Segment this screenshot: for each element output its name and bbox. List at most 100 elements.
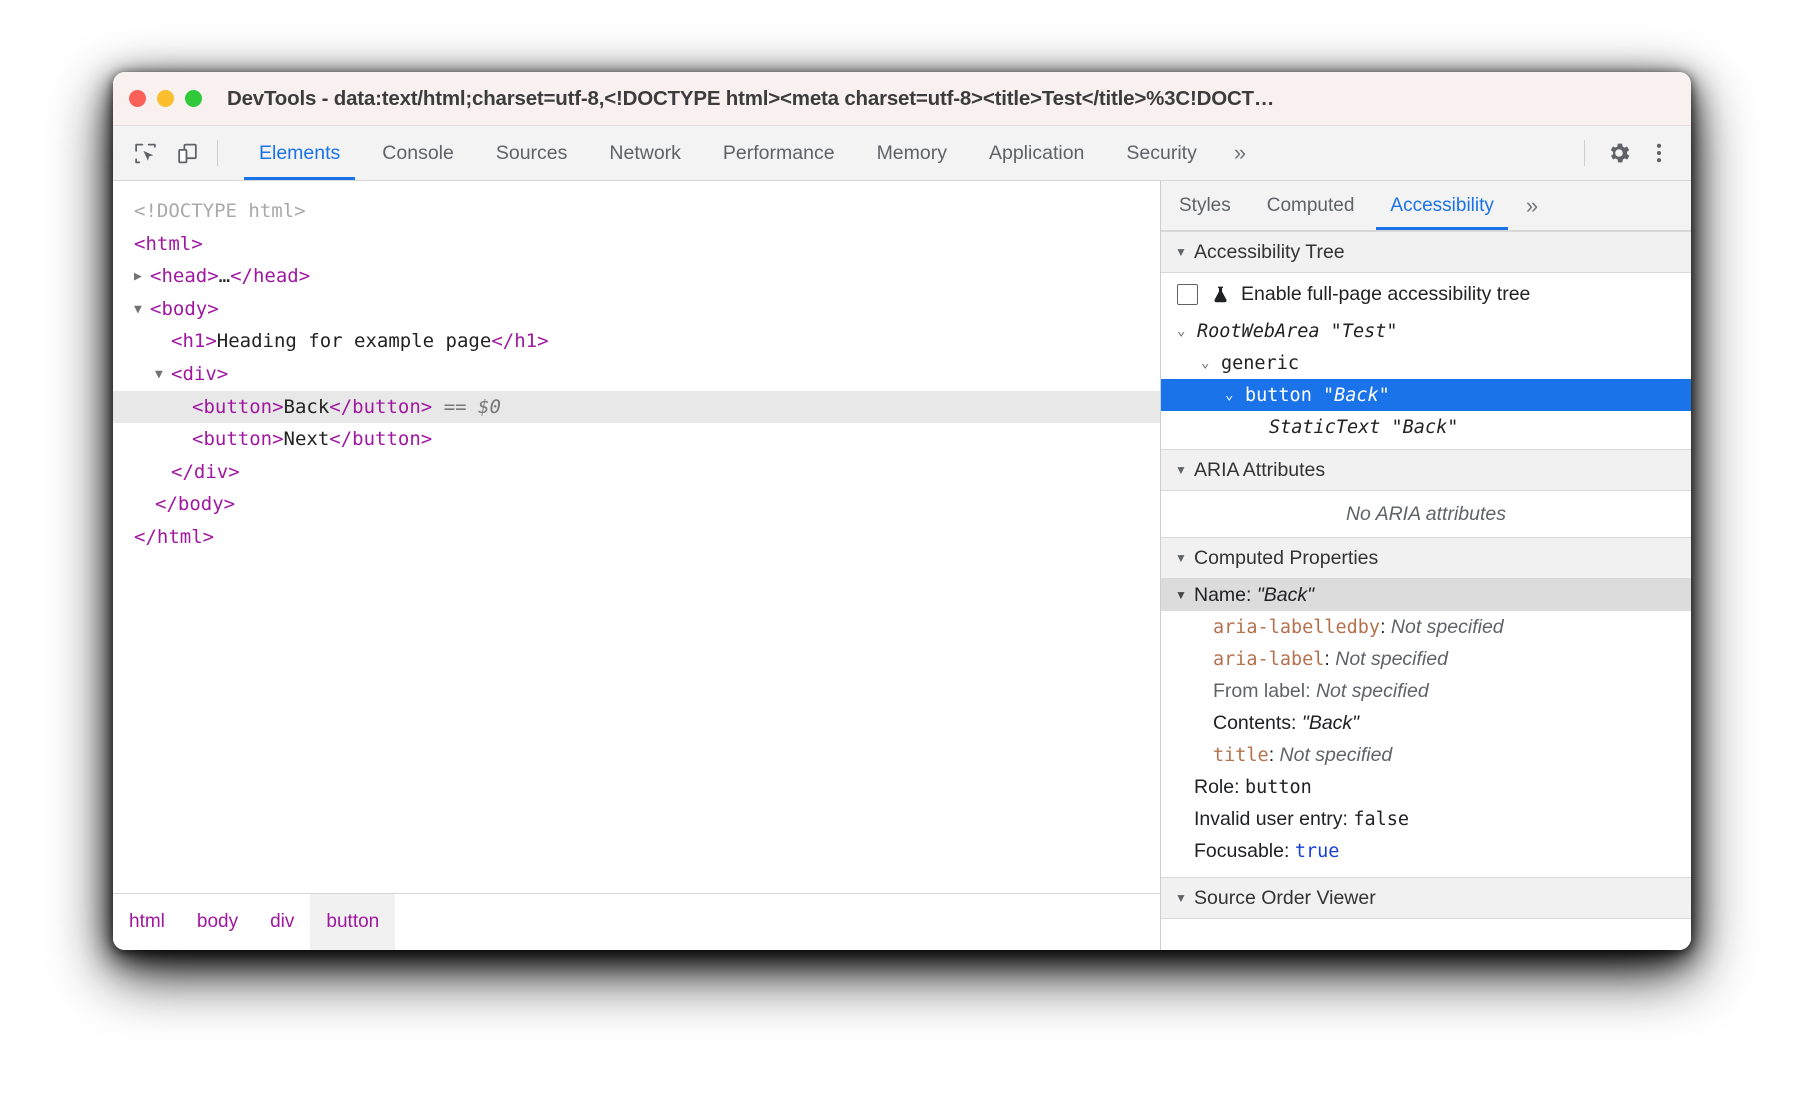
expand-head-icon[interactable]: ▶ [134, 270, 150, 283]
tab-styles[interactable]: Styles [1161, 181, 1249, 230]
dom-line-body-open[interactable]: ▼<body> [113, 293, 1160, 326]
computed-property-role-label: Role: [1194, 776, 1240, 799]
ax-node-button-role: button [1245, 385, 1312, 406]
dom-line-doctype[interactable]: <!DOCTYPE html> [113, 195, 1160, 228]
tab-sources-label: Sources [496, 142, 568, 165]
name-source-title-value: Not specified [1280, 744, 1393, 767]
dom-line-h1[interactable]: <h1>Heading for example page</h1> [113, 325, 1160, 358]
chevron-down-icon[interactable]: ▼ [1175, 588, 1194, 602]
name-source-aria-label: aria-label: Not specified [1161, 643, 1691, 675]
computed-property-role-value: button [1245, 777, 1312, 798]
elements-panel: <!DOCTYPE html> <html> ▶<head>…</head> ▼… [113, 181, 1161, 950]
dom-line-html-open[interactable]: <html> [113, 228, 1160, 261]
toolbar-divider [217, 140, 218, 166]
ax-node-statictext[interactable]: StaticText "Back" [1161, 411, 1691, 443]
minimize-window-button[interactable] [157, 90, 174, 107]
breadcrumb-item-body[interactable]: body [181, 894, 254, 950]
name-source-contents-key: Contents: [1213, 712, 1296, 735]
tab-sources[interactable]: Sources [475, 126, 589, 180]
dom-line-head[interactable]: ▶<head>…</head> [113, 260, 1160, 293]
collapse-div-icon[interactable]: ▼ [155, 368, 171, 381]
gear-icon[interactable] [1601, 135, 1637, 171]
section-header-source-order-viewer-label: Source Order Viewer [1194, 887, 1376, 910]
tab-memory[interactable]: Memory [856, 126, 968, 180]
ax-node-statictext-name: "Back" [1392, 417, 1459, 438]
device-toolbar-icon[interactable] [169, 135, 205, 171]
chevron-down-icon: ▼ [1175, 551, 1194, 565]
tab-network[interactable]: Network [588, 126, 702, 180]
enable-full-page-ax-tree-row[interactable]: Enable full-page accessibility tree [1161, 273, 1691, 315]
tab-application[interactable]: Application [968, 126, 1105, 180]
devtools-body: <!DOCTYPE html> <html> ▶<head>…</head> ▼… [113, 181, 1691, 950]
dom-line-button-next[interactable]: <button>Next</button> [113, 423, 1160, 456]
head-open-tag: <head> [150, 260, 219, 293]
breadcrumb-item-div-label: div [270, 911, 294, 933]
devtools-main-toolbar: Elements Console Sources Network Perform… [113, 126, 1691, 181]
dom-line-html-close[interactable]: </html> [113, 521, 1160, 554]
tab-performance-label: Performance [723, 142, 835, 165]
collapse-body-icon[interactable]: ▼ [134, 303, 150, 316]
chevron-down-icon[interactable]: ⌄ [1177, 323, 1197, 339]
name-source-aria-label-key: aria-label [1213, 649, 1324, 670]
chevron-down-icon: ▼ [1175, 891, 1194, 905]
tab-performance[interactable]: Performance [702, 126, 856, 180]
chevron-down-icon[interactable]: ⌄ [1201, 355, 1221, 371]
inspect-element-icon[interactable] [127, 135, 163, 171]
section-header-aria-attributes-label: ARIA Attributes [1194, 459, 1325, 482]
enable-full-page-ax-tree-label: Enable full-page accessibility tree [1241, 283, 1530, 306]
section-header-accessibility-tree[interactable]: ▼Accessibility Tree [1161, 231, 1691, 273]
head-close-tag: </head> [230, 260, 310, 293]
toolbar-divider-right [1584, 140, 1585, 166]
dom-line-div-close[interactable]: </div> [113, 456, 1160, 489]
enable-full-page-ax-tree-checkbox[interactable] [1177, 284, 1198, 305]
breadcrumb-item-button-label: button [326, 911, 379, 933]
computed-property-focusable-value: true [1295, 841, 1340, 862]
dom-tree[interactable]: <!DOCTYPE html> <html> ▶<head>…</head> ▼… [113, 181, 1160, 893]
dom-line-button-back[interactable]: ••• <button>Back</button> == $0 [113, 391, 1160, 424]
dom-line-div-open[interactable]: ▼<div> [113, 358, 1160, 391]
tab-accessibility[interactable]: Accessibility [1372, 181, 1511, 230]
section-header-aria-attributes[interactable]: ▼ARIA Attributes [1161, 449, 1691, 491]
more-sidebar-tabs-icon[interactable]: » [1512, 181, 1552, 230]
button-back-text: Back [284, 391, 330, 424]
tab-console[interactable]: Console [361, 126, 475, 180]
name-source-aria-labelledby-value: Not specified [1391, 616, 1504, 639]
section-header-source-order-viewer[interactable]: ▼Source Order Viewer [1161, 877, 1691, 919]
sidebar-tab-list: Styles Computed Accessibility » [1161, 181, 1691, 231]
breadcrumb-item-html[interactable]: html [113, 894, 181, 950]
breadcrumb: html body div button [113, 893, 1160, 950]
ax-node-statictext-role: StaticText [1269, 417, 1380, 438]
name-source-aria-labelledby: aria-labelledby: Not specified [1161, 611, 1691, 643]
computed-name-header[interactable]: ▼Name: "Back" [1161, 579, 1691, 611]
breadcrumb-item-body-label: body [197, 911, 238, 933]
more-tabs-icon[interactable]: » [1218, 126, 1262, 180]
computed-property-focusable: Focusable: true [1161, 835, 1691, 867]
window-titlebar: DevTools - data:text/html;charset=utf-8,… [113, 72, 1691, 126]
accessibility-pane: ▼Accessibility Tree Enable full-page acc… [1161, 231, 1691, 950]
chevron-down-icon[interactable]: ⌄ [1225, 387, 1245, 403]
dom-line-body-close[interactable]: </body> [113, 488, 1160, 521]
toolbar-icon-group [113, 126, 238, 180]
selected-node-marker: == $0 [444, 391, 501, 424]
close-window-button[interactable] [129, 90, 146, 107]
breadcrumb-item-button[interactable]: button [310, 894, 395, 950]
maximize-window-button[interactable] [185, 90, 202, 107]
tab-elements[interactable]: Elements [238, 126, 361, 180]
computed-name-value: "Back" [1257, 584, 1314, 607]
button-next-close-tag: </button> [329, 423, 432, 456]
ax-node-button-back[interactable]: ⌄button "Back" [1161, 379, 1691, 411]
html-close-tag: </html> [134, 521, 214, 554]
ax-node-rootwebarea-name: "Test" [1331, 321, 1398, 342]
ax-node-rootwebarea[interactable]: ⌄RootWebArea "Test" [1161, 315, 1691, 347]
tab-computed[interactable]: Computed [1249, 181, 1373, 230]
h1-open-tag: <h1> [171, 325, 217, 358]
button-close-tag: </button> [329, 391, 432, 424]
tab-memory-label: Memory [877, 142, 947, 165]
body-close-tag: </body> [155, 488, 235, 521]
tab-security[interactable]: Security [1105, 126, 1217, 180]
ax-node-generic[interactable]: ⌄generic [1161, 347, 1691, 379]
breadcrumb-item-div[interactable]: div [254, 894, 310, 950]
name-source-title-key: title [1213, 745, 1269, 766]
kebab-menu-icon[interactable] [1641, 135, 1677, 171]
section-header-computed-properties[interactable]: ▼Computed Properties [1161, 537, 1691, 579]
